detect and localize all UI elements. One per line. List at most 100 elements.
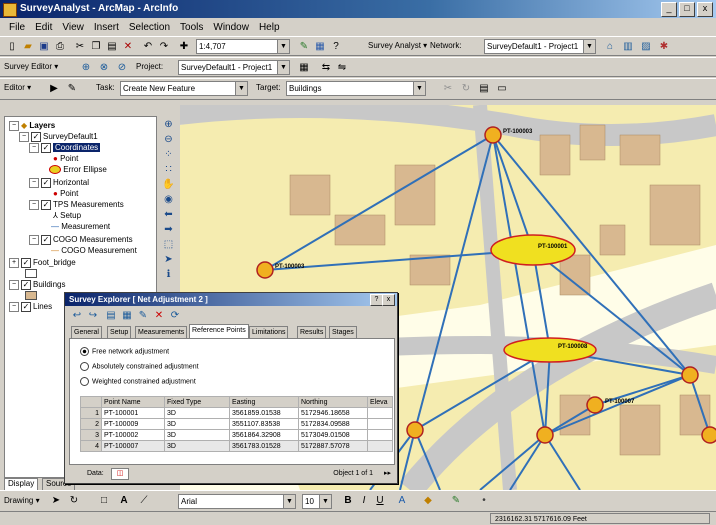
target-combo[interactable]: Buildings ▼ (286, 81, 426, 96)
table-cell[interactable] (367, 407, 393, 419)
checkbox-icon[interactable]: ✓ (21, 302, 31, 312)
survey-unlink-icon[interactable]: ⇋ (334, 60, 350, 75)
table-cell[interactable] (367, 429, 393, 441)
survey-options-icon[interactable]: ▦ (296, 60, 312, 75)
close-button[interactable]: x (697, 2, 713, 17)
toc-item[interactable]: − ✓ SurveyDefault1 (19, 132, 98, 142)
expand-icon[interactable]: + (9, 258, 19, 268)
radio-free-network[interactable]: Free network adjustment (80, 347, 169, 356)
chevron-down-icon[interactable]: ▼ (283, 495, 295, 508)
sketch-tool-icon[interactable]: ✎ (64, 81, 80, 96)
paste-icon[interactable]: ▤ (104, 39, 120, 54)
select-features-icon[interactable]: ⬚ (162, 238, 175, 251)
new-icon[interactable]: ▯ (4, 39, 20, 54)
menu-file[interactable]: File (4, 22, 30, 33)
delete-icon[interactable]: ✕ (120, 39, 136, 54)
tab-reference-points[interactable]: Reference Points (189, 324, 249, 339)
menu-window[interactable]: Window (208, 22, 254, 33)
menu-insert[interactable]: Insert (89, 22, 124, 33)
forward-icon[interactable]: ↪ (85, 308, 101, 323)
close-icon[interactable]: x (382, 294, 395, 306)
save-icon[interactable]: ▣ (36, 39, 52, 54)
menu-edit[interactable]: Edit (30, 22, 57, 33)
fixed-zoom-out-icon[interactable]: ∷ (162, 163, 175, 176)
checkbox-icon[interactable]: ✓ (21, 280, 31, 290)
editor-toolbar-icon[interactable]: ✎ (296, 39, 312, 54)
record-nav-icon[interactable]: ▸▸ (384, 469, 391, 477)
table-cell[interactable] (367, 418, 393, 430)
collapse-icon[interactable]: − (19, 132, 29, 142)
minimize-button[interactable]: _ (661, 2, 677, 17)
survey-point-icon[interactable]: ⊕ (78, 60, 94, 75)
toc-item[interactable]: − ✓ Lines (9, 302, 52, 312)
radio-selected-icon[interactable] (80, 347, 89, 356)
collapse-icon[interactable]: − (9, 280, 19, 290)
back-icon[interactable]: ↩ (69, 308, 85, 323)
survey-link-icon[interactable]: ⇆ (318, 60, 334, 75)
table-cell[interactable]: 3D (164, 407, 230, 419)
chevron-down-icon[interactable]: ▼ (413, 82, 425, 95)
select-elements-icon[interactable]: ➤ (162, 253, 175, 266)
menu-view[interactable]: View (57, 22, 89, 33)
arctoolbox-icon[interactable]: ▦ (312, 39, 328, 54)
checkbox-icon[interactable]: ✓ (41, 143, 51, 153)
table-cell[interactable]: 5173049.01508 (298, 429, 368, 441)
toc-item[interactable]: − ✓ Coordinates (29, 143, 101, 153)
network-combo[interactable]: SurveyDefault1 - Project1 ▼ (484, 39, 596, 54)
fixed-zoom-in-icon[interactable]: ⁘ (162, 148, 175, 161)
editor-menu[interactable]: Editor ▾ (4, 83, 31, 92)
font-combo[interactable]: Arial ▼ (178, 494, 296, 509)
table-cell[interactable]: 3561864.32908 (229, 429, 299, 441)
radio-weighted-constrained[interactable]: Weighted constrained adjustment (80, 377, 196, 386)
table-cell[interactable]: 5172834.09588 (298, 418, 368, 430)
cut-icon[interactable]: ✂ (72, 39, 88, 54)
line-color-icon[interactable]: ✎ (448, 493, 464, 508)
collapse-icon[interactable]: − (29, 235, 39, 245)
checkbox-icon[interactable]: ✓ (41, 235, 51, 245)
identify-icon[interactable]: ℹ (162, 268, 175, 281)
refresh-icon[interactable]: ⟳ (167, 308, 183, 323)
italic-icon[interactable]: I (356, 493, 372, 508)
table-cell[interactable]: 3561783.01528 (229, 440, 299, 452)
select-elements-icon[interactable]: ➤ (48, 493, 64, 508)
zoom-out-icon[interactable]: ⊖ (162, 133, 175, 146)
menu-help[interactable]: Help (254, 22, 285, 33)
bold-icon[interactable]: B (340, 493, 356, 508)
chevron-down-icon[interactable]: ▼ (319, 495, 331, 508)
table-cell[interactable]: PT-100002 (101, 429, 165, 441)
radio-icon[interactable] (80, 377, 89, 386)
properties-icon[interactable]: ▤ (103, 308, 119, 323)
pan-icon[interactable]: ✋ (162, 178, 175, 191)
fill-color-icon[interactable]: ◆ (420, 493, 436, 508)
table-cell[interactable]: 3D (164, 440, 230, 452)
add-data-icon[interactable]: ✚ (176, 39, 192, 54)
toc-item[interactable]: − ✓ Buildings (9, 280, 65, 290)
collapse-icon[interactable]: − (29, 178, 39, 188)
edit-tool-icon[interactable]: ▶ (46, 81, 62, 96)
menu-selection[interactable]: Selection (124, 22, 175, 33)
open-icon[interactable]: ▰ (20, 39, 36, 54)
underline-icon[interactable]: U (372, 493, 388, 508)
split-tool-icon[interactable]: ✂ (440, 81, 456, 96)
chevron-down-icon[interactable]: ▼ (277, 61, 289, 74)
survey-editor-menu[interactable]: Survey Editor ▾ (4, 62, 58, 71)
full-extent-icon[interactable]: ◉ (162, 193, 175, 206)
toc-item[interactable]: − ✓ COGO Measurements (29, 235, 133, 245)
survey-measure-icon[interactable]: ⊘ (114, 60, 130, 75)
zoom-in-icon[interactable]: ⊕ (162, 118, 175, 131)
toc-item[interactable]: + ✓ Foot_bridge (9, 258, 76, 268)
scale-combo[interactable]: 1:4,707 ▼ (196, 39, 290, 54)
print-icon[interactable]: ⎙ (52, 39, 68, 54)
checkbox-icon[interactable]: ✓ (41, 178, 51, 188)
column-header[interactable]: Northing (298, 396, 368, 408)
table-cell[interactable]: PT-100007 (101, 440, 165, 452)
table-cell[interactable] (367, 440, 393, 452)
checkbox-icon[interactable]: ✓ (21, 258, 31, 268)
survey-explorer-icon[interactable]: ▥ (620, 39, 636, 54)
table-cell[interactable]: 3D (164, 429, 230, 441)
next-extent-icon[interactable]: ➡ (162, 223, 175, 236)
text-icon[interactable]: A (116, 493, 132, 508)
table-cell[interactable]: 3551107.83538 (229, 418, 299, 430)
checkbox-icon[interactable]: ✓ (41, 200, 51, 210)
font-size-combo[interactable]: 10 ▼ (302, 494, 332, 509)
